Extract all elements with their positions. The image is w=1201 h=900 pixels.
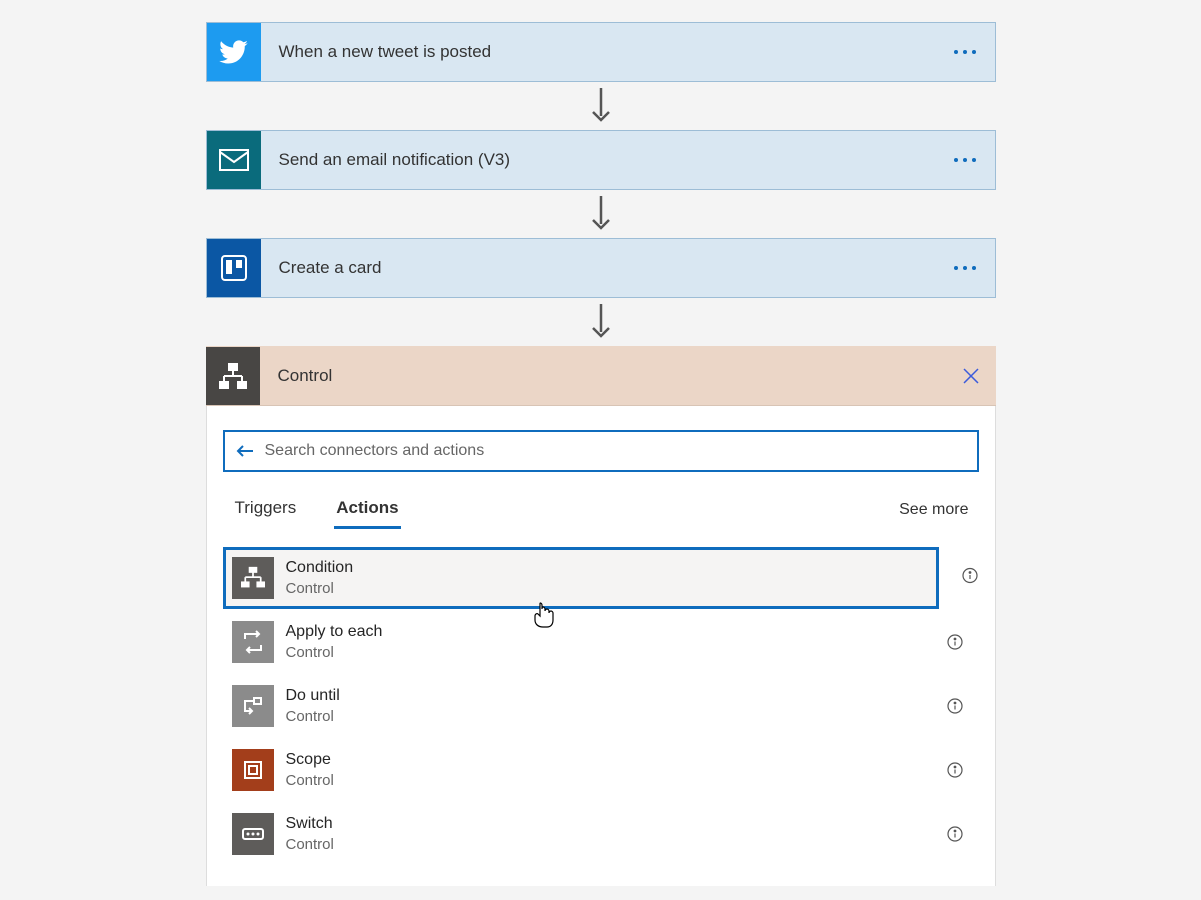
flow-step-trello[interactable]: Create a card [206,238,996,298]
control-icon [206,347,260,405]
twitter-icon [207,23,261,81]
control-panel-header: Control [206,346,996,406]
flow-step-label: Create a card [261,258,935,278]
switch-icon [232,813,274,855]
close-icon[interactable] [946,366,996,386]
search-input[interactable] [265,442,967,460]
flow-step-label: Send an email notification (V3) [261,150,935,170]
tabs-row: Triggers Actions See more [223,490,979,529]
action-sub: Control [286,579,930,599]
control-panel: Control Triggers Actions See more [206,346,996,886]
info-icon[interactable] [940,826,970,842]
action-item-switch[interactable]: Switch Control [223,803,979,865]
condition-icon [232,557,274,599]
info-icon[interactable] [940,698,970,714]
flow-step-label: When a new tweet is posted [261,42,935,62]
action-sub: Control [286,835,940,855]
flow-step-twitter[interactable]: When a new tweet is posted [206,22,996,82]
ellipsis-icon[interactable] [935,50,995,54]
tab-actions[interactable]: Actions [334,490,400,529]
arrow-left-icon [235,443,255,459]
arrow-down-icon [206,298,996,346]
action-sub: Control [286,771,940,791]
ellipsis-icon[interactable] [935,266,995,270]
action-item-condition[interactable]: Condition Control [223,547,939,609]
action-title: Scope [286,750,940,771]
do-until-icon [232,685,274,727]
action-item-do-until[interactable]: Do until Control [223,675,979,737]
action-title: Switch [286,814,940,835]
scope-icon [232,749,274,791]
action-title: Apply to each [286,622,940,643]
flow-step-email[interactable]: Send an email notification (V3) [206,130,996,190]
info-icon[interactable] [962,568,978,589]
action-list: Condition Control Apply to each Control [223,543,979,865]
info-icon[interactable] [940,762,970,778]
arrow-down-icon [206,82,996,130]
action-sub: Control [286,707,940,727]
control-panel-title: Control [260,366,946,386]
trello-icon [207,239,261,297]
see-more-link[interactable]: See more [899,501,968,519]
arrow-down-icon [206,190,996,238]
search-bar[interactable] [223,430,979,472]
action-item-apply-each[interactable]: Apply to each Control [223,611,979,673]
action-title: Condition [286,558,930,579]
ellipsis-icon[interactable] [935,158,995,162]
tab-triggers[interactable]: Triggers [233,490,299,529]
apply-each-icon [232,621,274,663]
action-title: Do until [286,686,940,707]
mail-icon [207,131,261,189]
info-icon[interactable] [940,634,970,650]
action-sub: Control [286,643,940,663]
action-item-scope[interactable]: Scope Control [223,739,979,801]
